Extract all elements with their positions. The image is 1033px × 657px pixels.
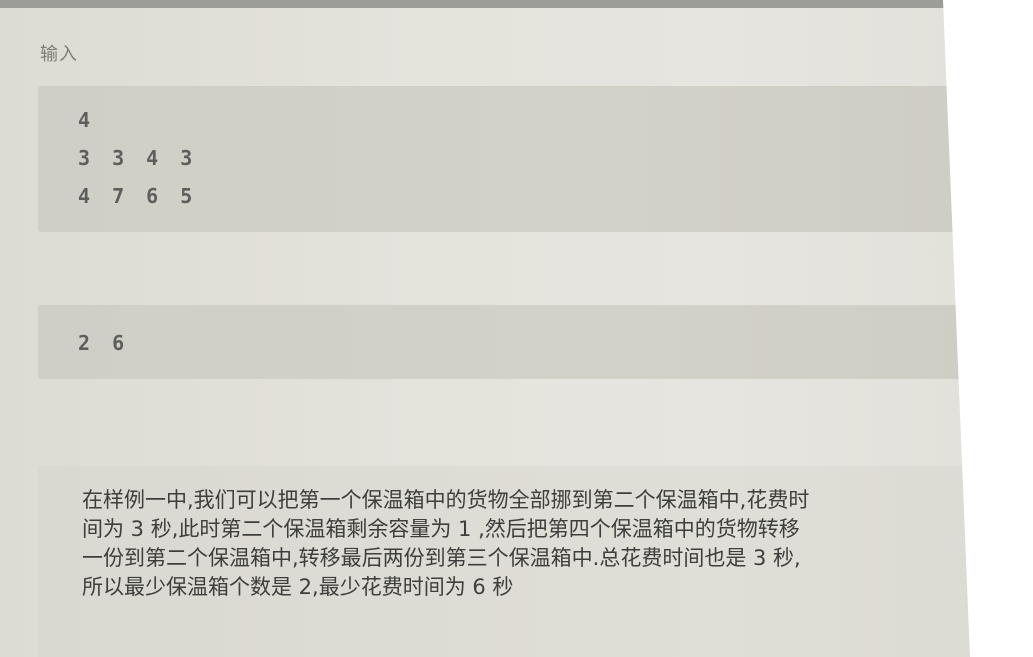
sample-input-line: 4 7 6 5: [78, 184, 198, 208]
sample-output-value: 2 6: [78, 331, 130, 355]
explanation-box: 在样例一中,我们可以把第一个保温箱中的货物全部挪到第二个保温箱中,花费时 间为 …: [38, 466, 1012, 657]
sample-input-line: 4: [78, 108, 96, 132]
sample-output-box[interactable]: 2 6: [38, 305, 1004, 379]
problem-page: 输入 4 3 3 4 3 4 7 6 5 2 6 在样例一中,我们可以把第一个保…: [0, 0, 1033, 657]
top-divider: [0, 0, 950, 8]
sample-input-box[interactable]: 4 3 3 4 3 4 7 6 5: [38, 86, 962, 232]
sample-input-label: 输入: [40, 44, 78, 65]
explanation-text: 在样例一中,我们可以把第一个保温箱中的货物全部挪到第二个保温箱中,花费时 间为 …: [82, 488, 810, 599]
sample-input-line: 3 3 4 3: [78, 146, 198, 170]
